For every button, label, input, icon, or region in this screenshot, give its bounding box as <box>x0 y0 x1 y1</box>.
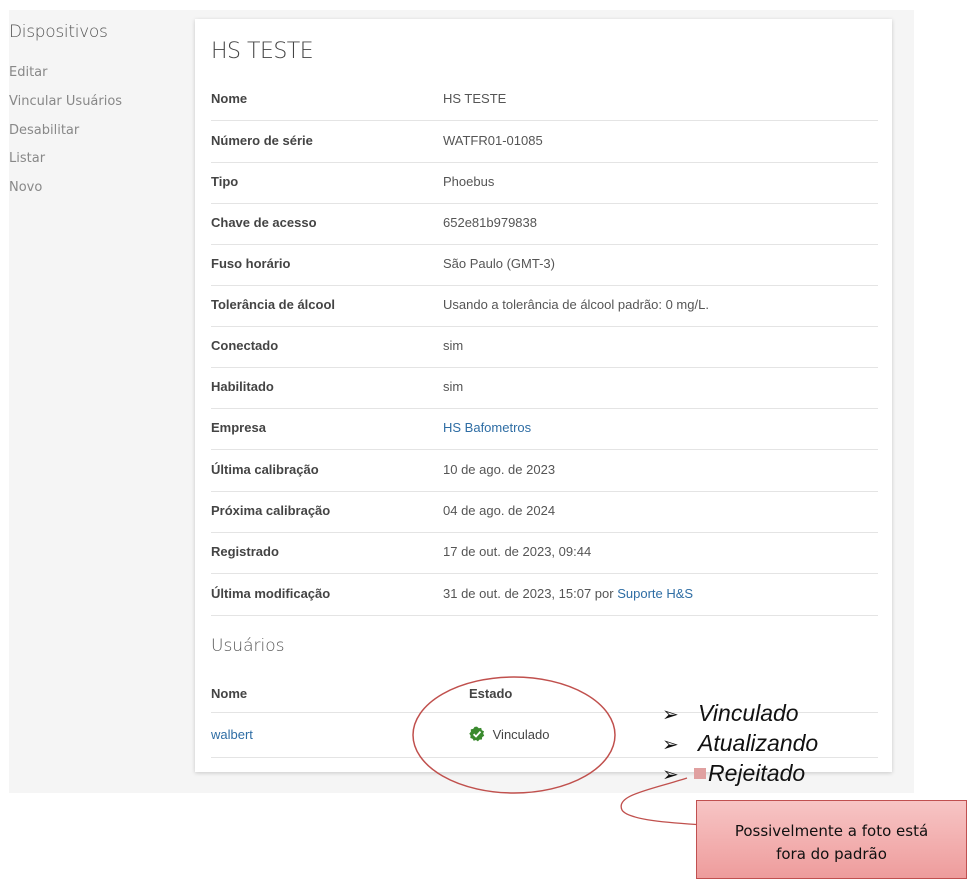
sidebar-title: Dispositivos <box>9 22 108 42</box>
field-label: Última modificação <box>211 586 331 601</box>
field-label: Última calibração <box>211 462 319 477</box>
field-label: Nome <box>211 91 248 106</box>
field-row-numero-serie: Número de série WATFR01-01085 <box>211 121 878 163</box>
status-rejeitado: Rejeitado <box>708 760 806 786</box>
callout-line-1: Possivelmente a foto está <box>734 822 929 840</box>
callout-line-2: fora do padrão <box>776 845 887 863</box>
field-value: Usando a tolerância de álcool padrão: 0 … <box>443 297 709 312</box>
field-row-chave-acesso: Chave de acesso 652e81b979838 <box>211 203 878 245</box>
users-section-title: Usuários <box>211 636 285 656</box>
field-value: 652e81b979838 <box>443 215 537 230</box>
field-value: 10 de ago. de 2023 <box>443 462 556 477</box>
callout-text: Possivelmente a foto está fora do padrão <box>697 820 966 866</box>
field-row-fuso-horario: Fuso horário São Paulo (GMT-3) <box>211 244 878 286</box>
field-value: 04 de ago. de 2024 <box>443 503 556 518</box>
field-label: Habilitado <box>211 379 274 394</box>
sidebar-item-listar[interactable]: Listar <box>9 151 45 166</box>
status-atualizando: Atualizando <box>698 730 819 756</box>
sidebar-item-editar[interactable]: Editar <box>9 65 48 80</box>
list-item: ➢ Atualizando <box>662 730 818 760</box>
field-value: HS TESTE <box>443 91 507 106</box>
field-label: Empresa <box>211 420 266 435</box>
field-label: Tipo <box>211 174 239 189</box>
field-row-tipo: Tipo Phoebus <box>211 162 878 204</box>
annotation-circle <box>412 676 616 794</box>
field-value: 17 de out. de 2023, 09:44 <box>443 544 592 559</box>
company-link[interactable]: HS Bafometros <box>443 420 531 435</box>
field-row-conectado: Conectado sim <box>211 326 878 368</box>
user-name-link[interactable]: walbert <box>211 727 253 742</box>
field-value: sim <box>443 379 464 394</box>
field-value: São Paulo (GMT-3) <box>443 256 555 271</box>
field-row-registrado: Registrado 17 de out. de 2023, 09:44 <box>211 532 878 574</box>
field-value: WATFR01-01085 <box>443 133 543 148</box>
field-row-proxima-calibracao: Próxima calibração 04 de ago. de 2024 <box>211 491 878 533</box>
field-label: Conectado <box>211 338 279 353</box>
field-label: Próxima calibração <box>211 503 331 518</box>
callout-box: Possivelmente a foto está fora do padrão <box>696 800 967 879</box>
field-value: sim <box>443 338 464 353</box>
list-item: ➢ Vinculado <box>662 700 818 730</box>
field-label: Registrado <box>211 544 279 559</box>
device-card: HS TESTE Nome HS TESTE Número de série W… <box>195 19 892 772</box>
field-label: Chave de acesso <box>211 215 317 230</box>
arrow-bullet-icon: ➢ <box>662 704 679 726</box>
sidebar-item-vincular-usuarios[interactable]: Vincular Usuários <box>9 94 122 109</box>
status-vinculado: Vinculado <box>698 700 799 726</box>
field-label: Número de série <box>211 133 313 148</box>
device-title: HS TESTE <box>211 39 314 64</box>
modified-date-text: 31 de out. de 2023, 15:07 por <box>443 586 614 601</box>
sidebar-item-novo[interactable]: Novo <box>9 180 42 195</box>
field-row-habilitado: Habilitado sim <box>211 367 878 409</box>
field-row-tolerancia-alcool: Tolerância de álcool Usando a tolerância… <box>211 285 878 327</box>
callout-leader-line <box>620 777 706 826</box>
modified-by-link[interactable]: Suporte H&S <box>617 586 693 601</box>
field-row-ultima-calibracao: Última calibração 10 de ago. de 2023 <box>211 450 878 492</box>
field-row-ultima-modificacao: Última modificação 31 de out. de 2023, 1… <box>211 574 878 616</box>
field-row-empresa: Empresa HS Bafometros <box>211 408 878 450</box>
field-label: Tolerância de álcool <box>211 297 336 312</box>
arrow-bullet-icon: ➢ <box>662 734 679 756</box>
field-row-nome: Nome HS TESTE <box>211 79 878 121</box>
sidebar-item-desabilitar[interactable]: Desabilitar <box>9 123 79 138</box>
column-header-name: Nome <box>211 686 248 701</box>
field-label: Fuso horário <box>211 256 291 271</box>
field-value: Phoebus <box>443 174 495 189</box>
field-value: 31 de out. de 2023, 15:07 por Suporte H&… <box>443 586 693 601</box>
